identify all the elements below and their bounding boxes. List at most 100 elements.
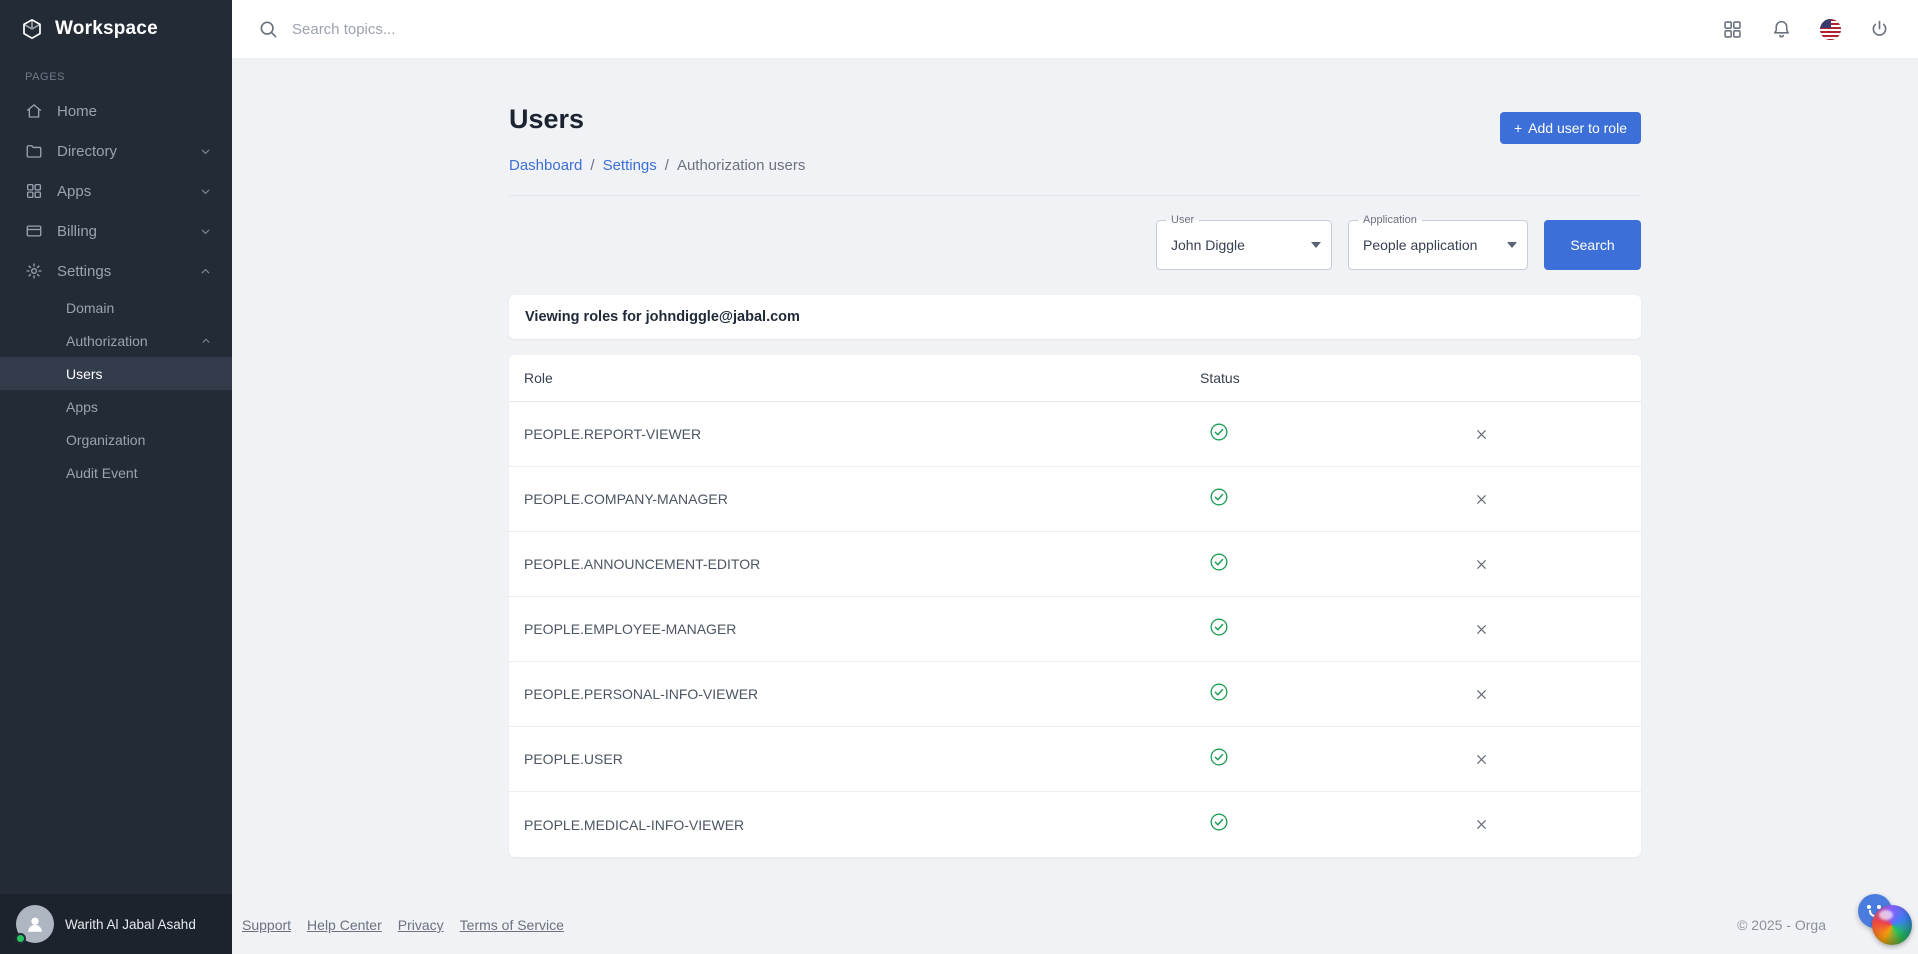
check-circle-icon xyxy=(1209,487,1229,512)
sidebar-item-apps[interactable]: Apps xyxy=(0,171,232,211)
plus-icon: + xyxy=(1514,120,1522,136)
sidebar-section-label: PAGES xyxy=(25,71,232,83)
power-button[interactable] xyxy=(1867,17,1892,42)
gear-icon xyxy=(25,262,43,280)
chevron-up-icon xyxy=(199,265,212,278)
avatar xyxy=(16,905,54,943)
table-row: PEOPLE.PERSONAL-INFO-VIEWER xyxy=(509,662,1641,727)
notifications-button[interactable] xyxy=(1769,17,1794,42)
footer-links: Support Help Center Privacy Terms of Ser… xyxy=(242,917,564,933)
role-column-header: Role xyxy=(509,370,1200,386)
chevron-down-icon xyxy=(199,185,212,198)
role-cell: PEOPLE.USER xyxy=(509,751,1200,767)
remove-role-button[interactable] xyxy=(1471,684,1492,705)
folder-icon xyxy=(25,142,43,160)
close-icon xyxy=(1475,558,1488,571)
role-cell: PEOPLE.COMPANY-MANAGER xyxy=(509,491,1200,507)
colorful-sphere-icon[interactable] xyxy=(1872,905,1912,945)
status-column-header: Status xyxy=(1200,370,1453,386)
chevron-up-icon xyxy=(200,335,212,347)
online-status-dot xyxy=(15,933,26,944)
sidebar-item-authorization-apps[interactable]: Apps xyxy=(0,390,232,423)
sidebar-item-label: Apps xyxy=(66,399,98,415)
application-select[interactable]: Application People application xyxy=(1348,220,1528,270)
filter-bar: User John Diggle Application People appl… xyxy=(509,220,1641,270)
chevron-down-icon xyxy=(199,145,212,158)
sidebar-user[interactable]: Warith Al Jabal Asahd xyxy=(0,894,232,954)
help-center-link[interactable]: Help Center xyxy=(307,917,382,933)
terms-of-service-link[interactable]: Terms of Service xyxy=(460,917,564,933)
main-area: Users + Add user to role Dashboard / Set… xyxy=(232,59,1918,896)
sidebar-item-authorization[interactable]: Authorization xyxy=(0,324,232,357)
remove-role-button[interactable] xyxy=(1471,814,1492,835)
search-icon xyxy=(258,19,278,39)
user-select-value: John Diggle xyxy=(1157,237,1245,253)
breadcrumb: Dashboard / Settings / Authorization use… xyxy=(509,157,1641,174)
viewing-roles-banner: Viewing roles for johndiggle@jabal.com xyxy=(509,295,1641,339)
table-header-row: Role Status xyxy=(509,355,1641,402)
language-button[interactable] xyxy=(1818,17,1843,42)
sidebar-item-label: Settings xyxy=(57,263,111,280)
table-row: PEOPLE.COMPANY-MANAGER xyxy=(509,467,1641,532)
application-select-value: People application xyxy=(1349,237,1477,253)
sidebar-item-users[interactable]: Users xyxy=(0,357,232,390)
dropdown-caret-icon xyxy=(1507,242,1517,248)
credit-card-icon xyxy=(25,222,43,240)
sidebar-item-label: Domain xyxy=(66,300,114,316)
us-flag-icon xyxy=(1820,19,1841,40)
bell-icon xyxy=(1771,19,1792,40)
app-title: Workspace xyxy=(55,18,158,40)
breadcrumb-dashboard-link[interactable]: Dashboard xyxy=(509,157,582,174)
sidebar-item-settings[interactable]: Settings xyxy=(0,251,232,291)
table-row: PEOPLE.MEDICAL-INFO-VIEWER xyxy=(509,792,1641,857)
check-circle-icon xyxy=(1209,617,1229,642)
user-select[interactable]: User John Diggle xyxy=(1156,220,1332,270)
sidebar: Workspace PAGES Home Directory Apps Bill… xyxy=(0,0,232,954)
sidebar-item-organization[interactable]: Organization xyxy=(0,423,232,456)
support-link[interactable]: Support xyxy=(242,917,291,933)
workspace-logo-icon xyxy=(20,17,44,41)
remove-role-button[interactable] xyxy=(1471,749,1492,770)
check-circle-icon xyxy=(1209,682,1229,707)
header-divider xyxy=(509,195,1641,196)
roles-table: Role Status PEOPLE.REPORT-VIEWER PEOPLE.… xyxy=(509,355,1641,857)
remove-role-button[interactable] xyxy=(1471,489,1492,510)
apps-launcher-button[interactable] xyxy=(1720,17,1745,42)
close-icon xyxy=(1475,493,1488,506)
table-row: PEOPLE.ANNOUNCEMENT-EDITOR xyxy=(509,532,1641,597)
check-circle-icon xyxy=(1209,422,1229,447)
remove-role-button[interactable] xyxy=(1471,619,1492,640)
search-input[interactable] xyxy=(292,21,1706,38)
table-row: PEOPLE.USER xyxy=(509,727,1641,792)
close-icon xyxy=(1475,428,1488,441)
sidebar-item-audit-event[interactable]: Audit Event xyxy=(0,456,232,489)
close-icon xyxy=(1475,753,1488,766)
breadcrumb-separator: / xyxy=(665,157,669,174)
sidebar-item-label: Users xyxy=(66,366,103,382)
sidebar-item-directory[interactable]: Directory xyxy=(0,131,232,171)
check-circle-icon xyxy=(1209,552,1229,577)
breadcrumb-settings-link[interactable]: Settings xyxy=(603,157,657,174)
sidebar-item-label: Home xyxy=(57,103,97,120)
sidebar-item-home[interactable]: Home xyxy=(0,91,232,131)
chevron-down-icon xyxy=(199,225,212,238)
sidebar-item-domain[interactable]: Domain xyxy=(0,291,232,324)
user-select-label: User xyxy=(1166,213,1199,227)
privacy-link[interactable]: Privacy xyxy=(398,917,444,933)
remove-role-button[interactable] xyxy=(1471,554,1492,575)
search-button[interactable]: Search xyxy=(1544,220,1641,270)
role-cell: PEOPLE.REPORT-VIEWER xyxy=(509,426,1200,442)
sidebar-item-label: Apps xyxy=(57,183,91,200)
sidebar-item-billing[interactable]: Billing xyxy=(0,211,232,251)
apps-grid-icon xyxy=(25,182,43,200)
check-circle-icon xyxy=(1209,747,1229,772)
sidebar-item-label: Audit Event xyxy=(66,465,138,481)
page-title: Users xyxy=(509,104,584,135)
check-circle-icon xyxy=(1209,812,1229,837)
table-row: PEOPLE.REPORT-VIEWER xyxy=(509,402,1641,467)
breadcrumb-separator: / xyxy=(590,157,594,174)
add-user-to-role-button[interactable]: + Add user to role xyxy=(1500,112,1641,144)
dropdown-caret-icon xyxy=(1311,242,1321,248)
remove-role-button[interactable] xyxy=(1471,424,1492,445)
close-icon xyxy=(1475,623,1488,636)
